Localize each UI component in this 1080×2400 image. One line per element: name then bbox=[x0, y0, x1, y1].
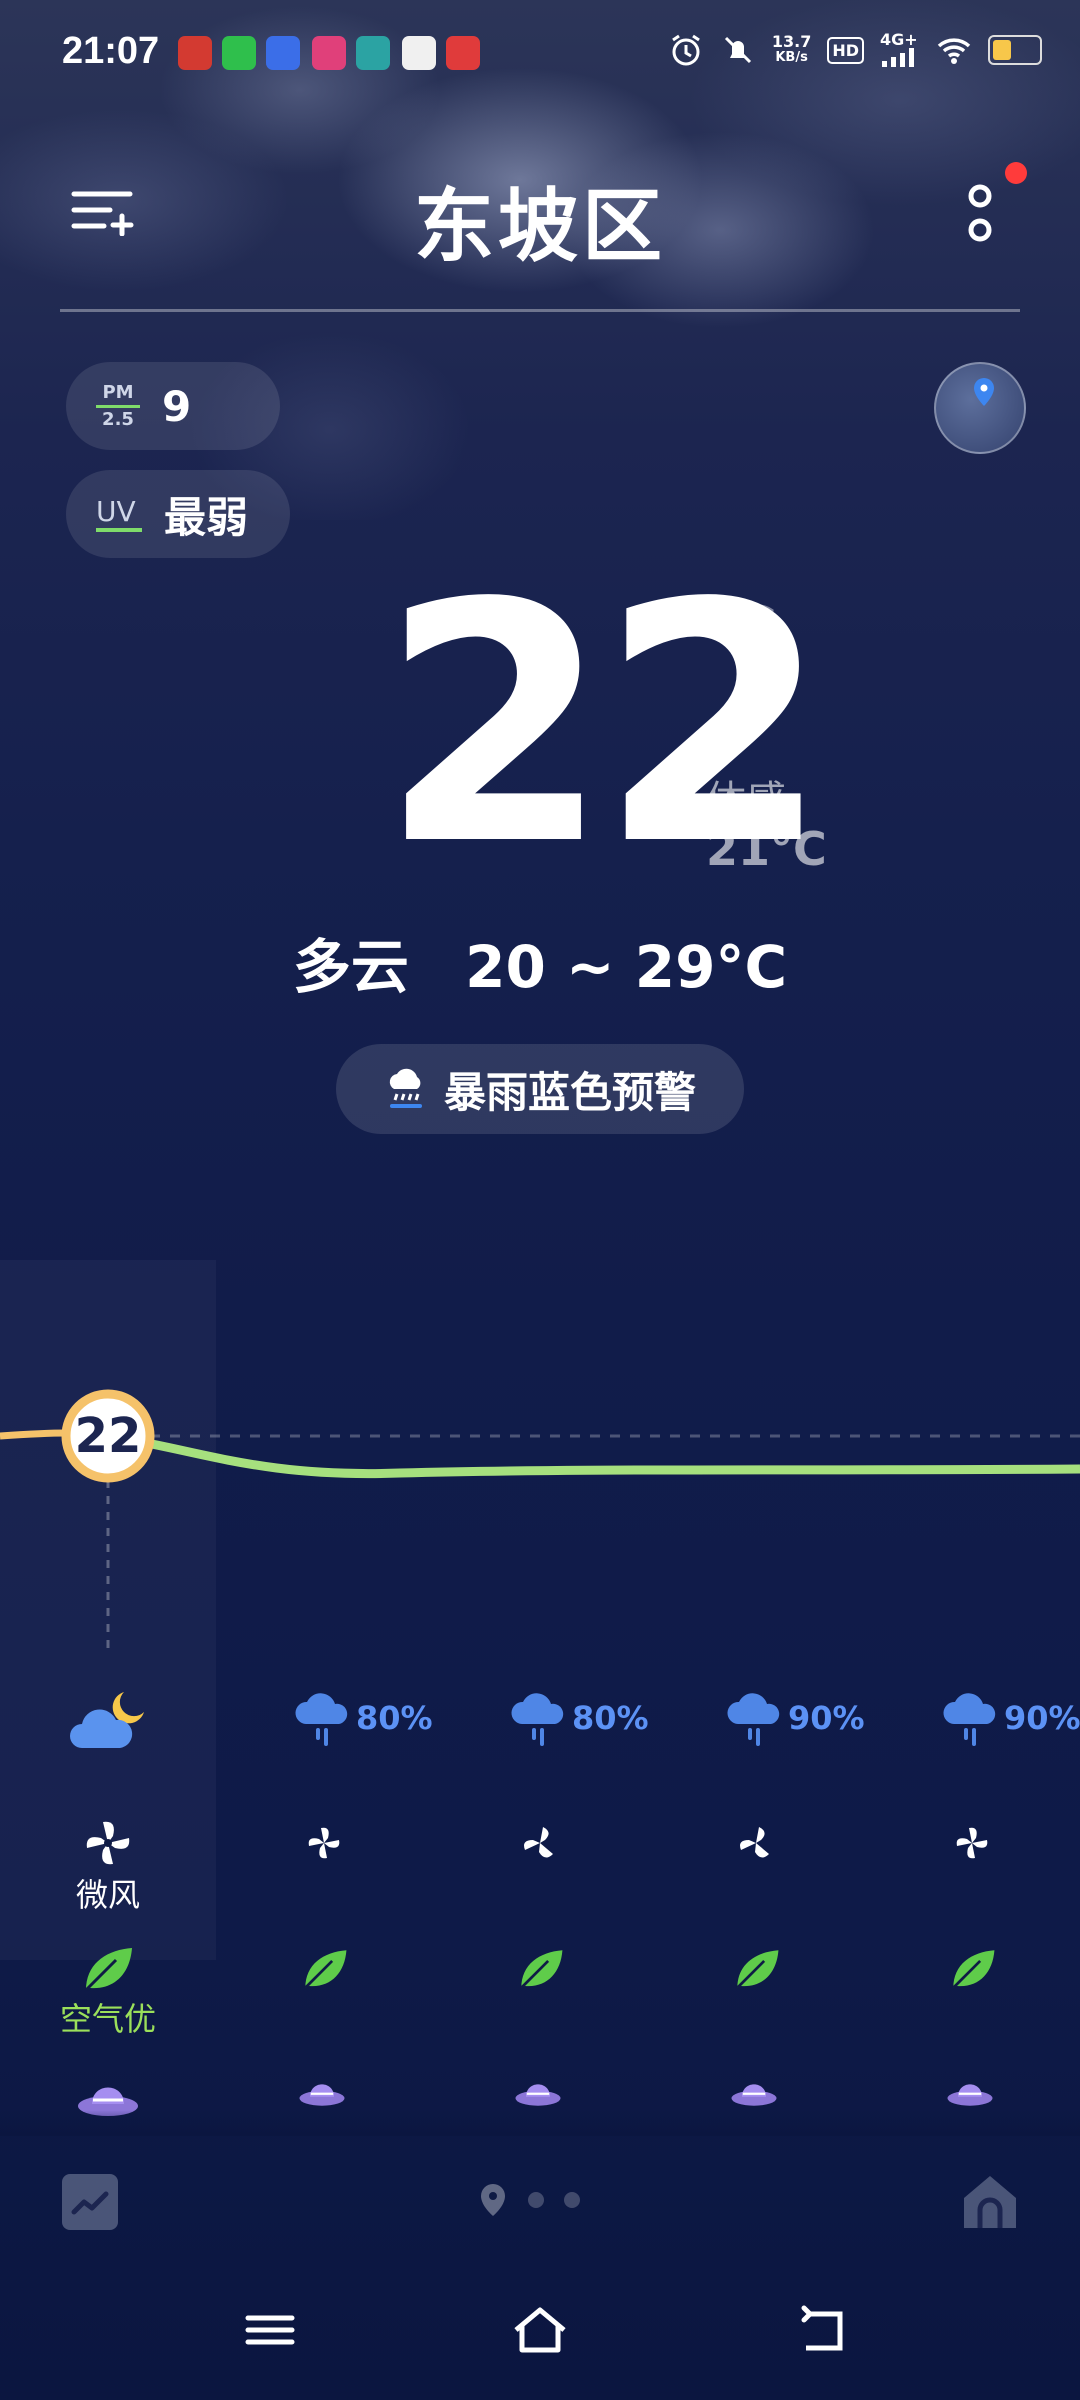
hourly-precip-4: 90% bbox=[942, 1688, 1080, 1748]
leaf-icon bbox=[84, 1948, 132, 1992]
hd-icon: HD bbox=[827, 36, 864, 64]
sun-hat-icon bbox=[731, 2084, 777, 2106]
baidu-icon bbox=[266, 36, 300, 70]
location-pin-icon bbox=[481, 2184, 505, 2216]
header-divider bbox=[60, 309, 1020, 312]
weather-alert-button[interactable]: 暴雨蓝色预警 bbox=[336, 1044, 744, 1134]
netease-music-icon bbox=[178, 36, 212, 70]
58-icon bbox=[402, 36, 436, 70]
cloudy-night-icon bbox=[70, 1692, 144, 1748]
leaf-icon bbox=[952, 1950, 995, 1989]
back-button[interactable] bbox=[796, 2300, 856, 2360]
pm25-icon: PM 2.5 bbox=[96, 382, 140, 430]
leaf-icon bbox=[736, 1950, 779, 1989]
page-dot bbox=[528, 2192, 544, 2208]
leaf-icon bbox=[304, 1950, 347, 1989]
signal-icon: 4G+ bbox=[880, 32, 920, 67]
current-temp-badge: 22 bbox=[74, 1408, 142, 1464]
uv-chip[interactable]: UV 最弱 bbox=[66, 470, 290, 558]
home-nav-button[interactable] bbox=[510, 2300, 570, 2360]
air-quality-label: 空气优 bbox=[59, 2000, 156, 2038]
rain-cloud-icon bbox=[727, 1693, 780, 1746]
feels-like-label: 体感 bbox=[706, 778, 786, 824]
precip-value: 80% bbox=[356, 1699, 433, 1737]
radio-icon bbox=[356, 36, 390, 70]
pm25-value: 9 bbox=[162, 381, 192, 431]
mute-icon bbox=[724, 36, 751, 64]
wind-label: 微风 bbox=[75, 1876, 140, 1914]
sun-hat-icon bbox=[947, 2084, 993, 2106]
weather-summary: 多云 20 ~ 29°C bbox=[0, 920, 1080, 1004]
page-indicator bbox=[478, 2182, 580, 2218]
alarm-icon bbox=[672, 34, 700, 66]
map-location-button[interactable] bbox=[934, 362, 1026, 454]
iqiyi-icon bbox=[222, 36, 256, 70]
notification-dot bbox=[1005, 162, 1027, 184]
lofter-icon bbox=[312, 36, 346, 70]
weather-alert-text: 暴雨蓝色预警 bbox=[443, 1067, 696, 1117]
uv-value: 最弱 bbox=[164, 492, 249, 542]
temperature-unit: °C bbox=[682, 590, 778, 683]
system-icons: 13.7 KB/s HD 4G+ bbox=[668, 32, 1042, 68]
wind-icon bbox=[524, 1827, 553, 1858]
hourly-precip-1: 80% bbox=[294, 1688, 433, 1748]
wind-icon bbox=[740, 1827, 769, 1858]
wind-icon bbox=[308, 1827, 340, 1859]
wifi-icon bbox=[937, 38, 971, 64]
weather-condition: 多云 bbox=[292, 933, 409, 1001]
wind-icon bbox=[86, 1821, 130, 1865]
status-bar: 21:07 13.7 KB/s HD 4G+ bbox=[0, 0, 1080, 110]
rainstorm-icon bbox=[389, 1068, 422, 1108]
temperature-range: 20 ~ 29°C bbox=[465, 933, 788, 1001]
battery-icon bbox=[988, 35, 1042, 65]
trend-button[interactable] bbox=[62, 2174, 118, 2230]
feels-like-value: 21°C bbox=[706, 822, 827, 876]
recent-apps-button[interactable] bbox=[240, 2300, 300, 2360]
more-options-icon[interactable] bbox=[960, 180, 1000, 250]
precip-value: 90% bbox=[788, 1699, 865, 1737]
page-dot bbox=[564, 2192, 580, 2208]
sun-hat-icon bbox=[515, 2084, 561, 2106]
uv-icon: UV bbox=[96, 496, 142, 532]
list-fade bbox=[0, 2110, 1080, 2136]
rain-cloud-icon bbox=[943, 1693, 996, 1746]
hourly-precip-2: 80% bbox=[510, 1688, 649, 1748]
city-name: 东坡区 bbox=[414, 180, 666, 273]
map-pin-icon bbox=[974, 378, 994, 406]
precip-value: 80% bbox=[572, 1699, 649, 1737]
taobao-icon bbox=[446, 36, 480, 70]
pm25-chip[interactable]: PM 2.5 9 bbox=[66, 362, 280, 450]
home-weather-button[interactable] bbox=[962, 2172, 1018, 2230]
hourly-temperature-curve bbox=[0, 1389, 1080, 1650]
weather-screen: 21:07 13.7 KB/s HD 4G+ 东坡区 PM 2.5 9 UV 最… bbox=[0, 0, 1080, 2400]
net-speed: 13.7 KB/s bbox=[771, 32, 812, 66]
hourly-precip-3: 90% bbox=[726, 1688, 865, 1748]
rain-cloud-icon bbox=[511, 1693, 564, 1746]
leaf-icon bbox=[520, 1950, 563, 1989]
status-time: 21:07 bbox=[62, 30, 160, 72]
trend-chart-icon bbox=[71, 2191, 109, 2215]
wind-icon bbox=[956, 1827, 988, 1859]
precip-value: 90% bbox=[1004, 1699, 1080, 1737]
sun-hat-icon bbox=[299, 2084, 345, 2106]
rain-cloud-icon bbox=[295, 1693, 348, 1746]
